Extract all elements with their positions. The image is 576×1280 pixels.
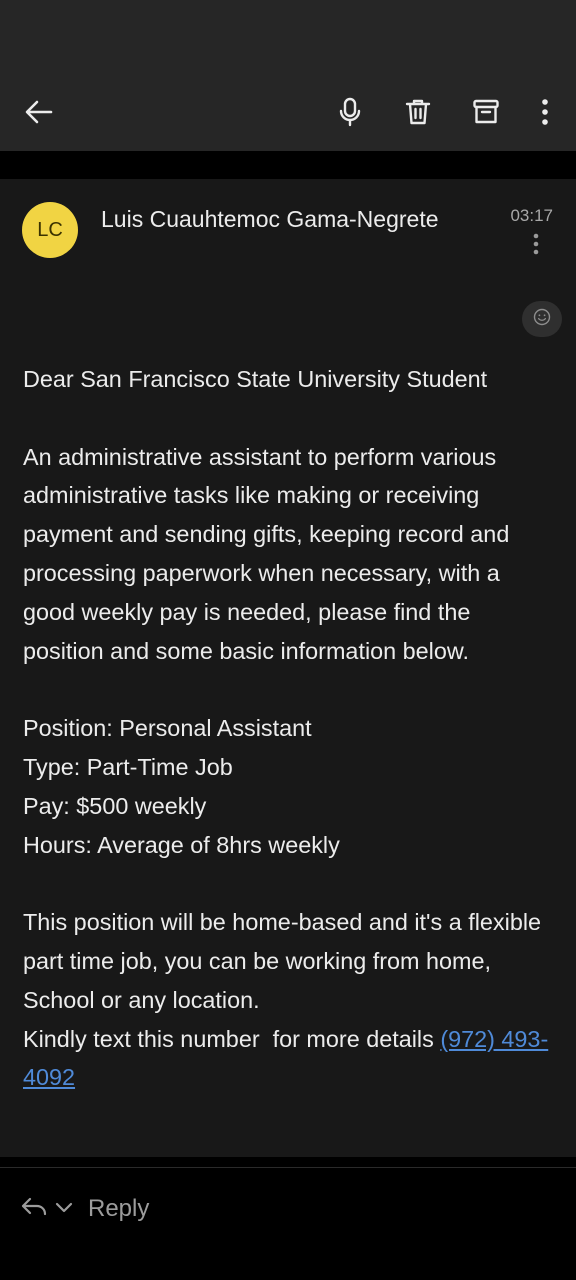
avatar[interactable]: LC <box>22 202 78 258</box>
detail-type: Type: Part-Time Job <box>23 753 233 780</box>
intro-paragraph: An administrative assistant to perform v… <box>23 443 510 664</box>
top-app-bar <box>0 0 576 151</box>
message-card: LC Luis Cuauhtemoc Gama-Negrete 03:17 De… <box>0 179 576 1157</box>
archive-button[interactable] <box>466 92 506 132</box>
closing-paragraph: This position will be home-based and it'… <box>23 909 542 1013</box>
back-button[interactable] <box>19 92 59 132</box>
more-options-button[interactable] <box>525 92 565 132</box>
reply-bar: Reply <box>0 1168 576 1280</box>
avatar-initials: LC <box>37 218 63 241</box>
reply-button[interactable] <box>20 1196 50 1222</box>
trash-icon <box>405 98 431 126</box>
detail-hours: Hours: Average of 8hrs weekly <box>23 831 340 858</box>
reaction-button[interactable] <box>522 301 562 337</box>
reply-arrow-icon <box>20 1196 48 1223</box>
message-body: Dear San Francisco State University Stud… <box>23 360 556 1097</box>
microphone-icon <box>338 97 362 127</box>
reply-options-button[interactable] <box>55 1200 75 1220</box>
voice-button[interactable] <box>330 92 370 132</box>
spacer <box>0 151 576 179</box>
contact-line: Kindly text this number for more details… <box>23 1020 556 1098</box>
greeting: Dear San Francisco State University Stud… <box>23 366 488 392</box>
arrow-left-icon <box>25 100 53 124</box>
smiley-icon <box>533 308 551 331</box>
chevron-down-icon <box>55 1201 73 1219</box>
reply-label[interactable]: Reply <box>88 1195 149 1223</box>
contact-text: Kindly text this number for more details <box>23 1025 441 1052</box>
more-vertical-icon <box>533 233 539 260</box>
more-vertical-icon <box>541 99 549 125</box>
sender-name[interactable]: Luis Cuauhtemoc Gama-Negrete <box>101 206 439 233</box>
archive-icon <box>473 99 499 125</box>
message-time: 03:17 <box>510 206 553 225</box>
message-more-button[interactable] <box>525 233 547 259</box>
detail-pay: Pay: $500 weekly <box>23 792 207 819</box>
delete-button[interactable] <box>398 92 438 132</box>
detail-position: Position: Personal Assistant <box>23 715 312 742</box>
